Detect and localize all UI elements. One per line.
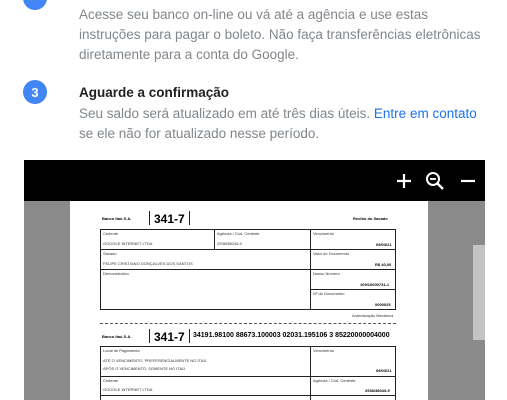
cedente-value-2: GOOGLE INTERNET LTDA xyxy=(103,387,153,392)
agencia-label: Agência / Cód. Cedente xyxy=(217,231,260,236)
cedente-label: Cedente xyxy=(103,231,119,236)
step-3-text: Seu saldo será atualizado em até três di… xyxy=(79,104,484,144)
receipt-row-line-2 xyxy=(100,269,396,270)
viewer-toolbar xyxy=(24,160,485,201)
header2-divider-1 xyxy=(149,329,150,343)
cut-line xyxy=(100,323,396,324)
bank-name: Banco Itaú S.A. xyxy=(102,216,132,221)
receipt-row-line-1 xyxy=(100,249,396,250)
nosso-numero-value: 109/10000731-1 xyxy=(360,282,390,287)
local-label: Local de Pagamento xyxy=(103,348,140,353)
nosso-numero-label: Nosso Número xyxy=(313,271,340,276)
bank-name-2: Banco Itaú S.A. xyxy=(102,334,132,339)
header-divider-1 xyxy=(149,211,150,225)
valor-label: Valor do Documento xyxy=(313,251,350,256)
contact-link[interactable]: Entre em contato xyxy=(374,106,477,121)
vencimento-value: 09/03/21 xyxy=(376,242,392,247)
autenticacao-label: Autenticação Mecânica xyxy=(352,313,394,318)
agencia-label-2: Agência / Cód. Cedente xyxy=(313,378,356,383)
zoom-in-icon[interactable] xyxy=(393,170,415,192)
documento-value: 0000025 xyxy=(375,302,391,307)
zoom-out-icon[interactable] xyxy=(424,170,446,192)
vencimento-label-2: Vencimento xyxy=(313,348,334,353)
ficha-col-line xyxy=(310,346,311,400)
vencimento-label: Vencimento xyxy=(313,231,334,236)
cedente-label-2: Cedente xyxy=(103,378,119,383)
viewer-scrollbar[interactable] xyxy=(473,245,485,340)
receipt-col-line-2 xyxy=(310,229,311,310)
receipt-col-line-1 xyxy=(214,229,215,249)
receipt-title: Recibo do Sacado xyxy=(353,216,388,221)
agencia-value: 2938/38043-9 xyxy=(217,241,242,246)
document-viewer: Banco Itaú S.A. 341-7 Recibo do Sacado C… xyxy=(24,160,485,400)
step-3-badge: 3 xyxy=(23,80,47,104)
ficha-row-line-2 xyxy=(100,395,396,396)
step-3-title: Aguarde a confirmação xyxy=(79,85,230,100)
step-2-badge xyxy=(23,0,47,10)
bank-code: 341-7 xyxy=(154,212,185,226)
local-line-1: ATÉ O VENCIMENTO, PREFERENCIALMENTE NO I… xyxy=(103,358,207,363)
cedente-value: GOOGLE INTERNET LTDA xyxy=(103,241,153,246)
ficha-row-line-1 xyxy=(100,376,396,377)
boleto-document: Banco Itaú S.A. 341-7 Recibo do Sacado C… xyxy=(70,201,428,400)
header-divider-2 xyxy=(189,211,190,225)
step-3-text-before: Seu saldo será atualizado em até três di… xyxy=(79,106,374,121)
agencia-value-2: 2938/38043-9 xyxy=(365,388,390,393)
sacado-label: Sacado xyxy=(103,251,117,256)
sacado-value: FELIPE CRISTIANO GONÇALVES DOS SANTOS xyxy=(103,261,193,266)
documento-label: Nº do Documento xyxy=(313,291,345,296)
linha-digitavel: 34191.98100 88673.100003 02031.195106 3 … xyxy=(193,332,390,339)
valor-value: R$ 40,00 xyxy=(375,262,392,267)
receipt-right-line xyxy=(310,289,396,290)
step-2-text: Acesse seu banco on-line ou vá até a agê… xyxy=(79,7,481,62)
step-3-text-after: se ele não for atualizado nesse período. xyxy=(79,126,320,141)
demonstrativo-label: Demonstrativo xyxy=(103,271,129,276)
local-line-2: APÓS O VENCIMENTO, SOMENTE NO ITAÚ xyxy=(103,366,186,371)
header2-divider-2 xyxy=(189,329,190,343)
bank-code-2: 341-7 xyxy=(154,330,185,344)
vencimento-value-2: 09/03/21 xyxy=(376,368,392,373)
collapse-icon[interactable] xyxy=(457,170,479,192)
